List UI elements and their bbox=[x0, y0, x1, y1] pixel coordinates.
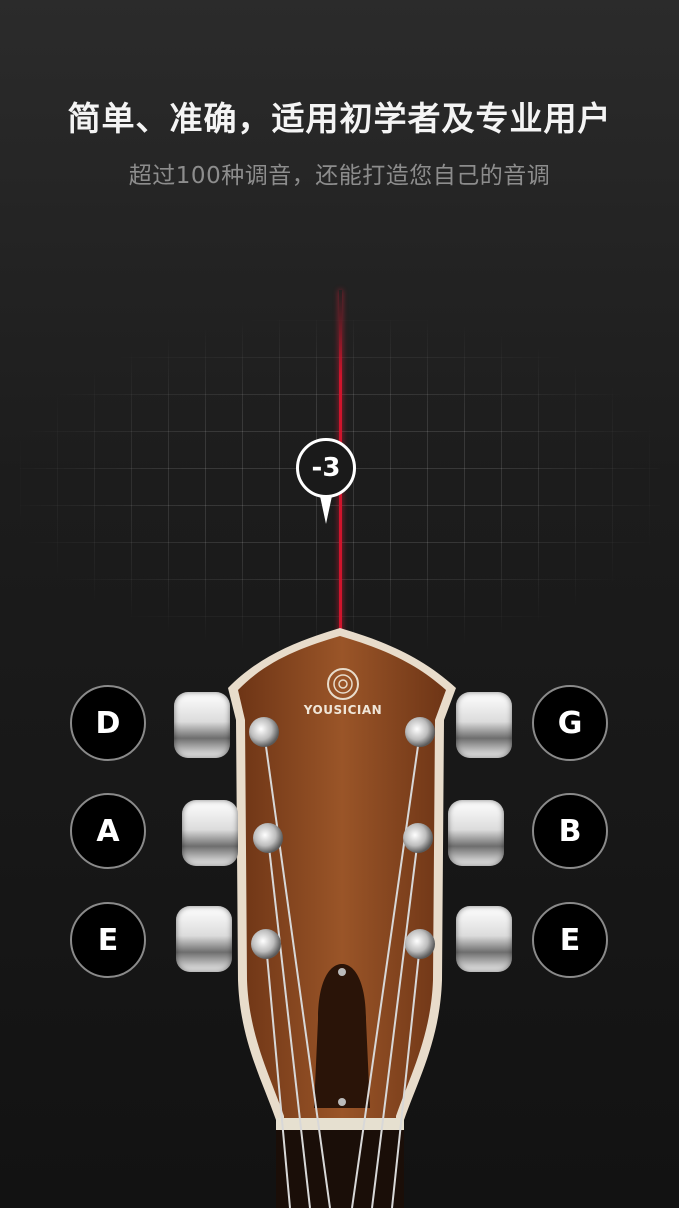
tuning-peg-low-e[interactable] bbox=[176, 906, 232, 972]
tuning-peg-d[interactable] bbox=[174, 692, 230, 758]
string-button-d[interactable]: D bbox=[70, 685, 146, 761]
tuning-peg-high-e[interactable] bbox=[456, 906, 512, 972]
string-button-a[interactable]: A bbox=[70, 793, 146, 869]
brand-logo-text: YOUSICIAN bbox=[303, 703, 383, 717]
string-button-high-e[interactable]: E bbox=[532, 902, 608, 978]
tuning-peg-b[interactable] bbox=[448, 800, 504, 866]
tuning-peg-a[interactable] bbox=[182, 800, 238, 866]
tuning-peg-g[interactable] bbox=[456, 692, 512, 758]
guitar-headstock bbox=[228, 628, 456, 1208]
string-button-low-e[interactable]: E bbox=[70, 902, 146, 978]
string-button-b[interactable]: B bbox=[532, 793, 608, 869]
string-button-g[interactable]: G bbox=[532, 685, 608, 761]
